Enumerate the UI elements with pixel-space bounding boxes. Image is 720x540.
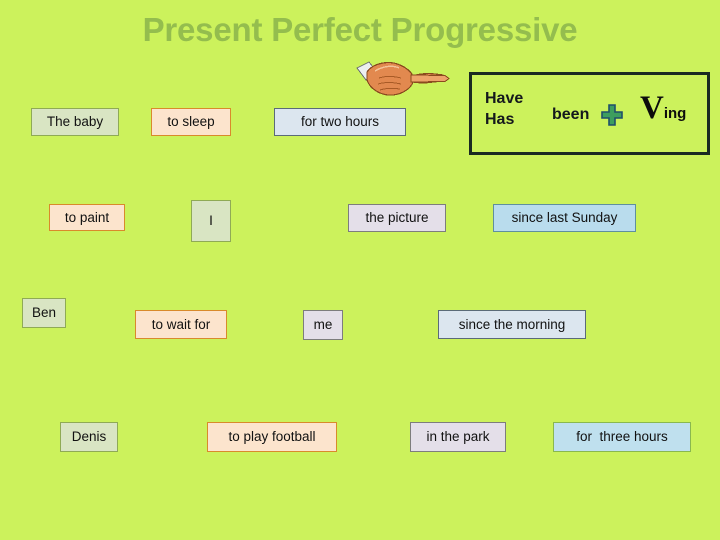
verb-ing-form: Ving — [640, 92, 686, 125]
word-card-since-the-morning[interactable]: since the morning — [438, 310, 586, 339]
auxiliary-verbs: Have Has — [485, 88, 523, 130]
auxiliary-has: Has — [485, 111, 515, 128]
verb-suffix: ing — [663, 105, 687, 122]
past-participle-been: been — [552, 106, 590, 123]
auxiliary-have: Have — [485, 90, 524, 107]
word-card-since-last-sunday[interactable]: since last Sunday — [493, 204, 636, 232]
word-card-i[interactable]: I — [191, 200, 231, 242]
verb-stem: V — [640, 90, 664, 126]
word-card-to-play-football[interactable]: to play football — [207, 422, 337, 452]
word-card-for-three-hours[interactable]: for three hours — [553, 422, 691, 452]
formula-box: Have Has been Ving — [469, 72, 710, 155]
page-title: Present Perfect Progressive — [142, 11, 578, 48]
pointing-hand-icon — [355, 58, 451, 100]
word-card-ben[interactable]: Ben — [22, 298, 66, 328]
word-card-the-baby[interactable]: The baby — [31, 108, 119, 136]
word-card-denis[interactable]: Denis — [60, 422, 118, 452]
word-card-me[interactable]: me — [303, 310, 343, 340]
word-card-to-paint[interactable]: to paint — [49, 204, 125, 231]
word-card-the-picture[interactable]: the picture — [348, 204, 446, 232]
slide-canvas: Present Perfect Progressive Have Has bee… — [0, 0, 720, 540]
word-card-to-sleep[interactable]: to sleep — [151, 108, 231, 136]
word-card-to-wait-for[interactable]: to wait for — [135, 310, 227, 339]
word-card-for-two-hours[interactable]: for two hours — [274, 108, 406, 136]
word-card-in-the-park[interactable]: in the park — [410, 422, 506, 452]
plus-icon — [601, 104, 623, 126]
